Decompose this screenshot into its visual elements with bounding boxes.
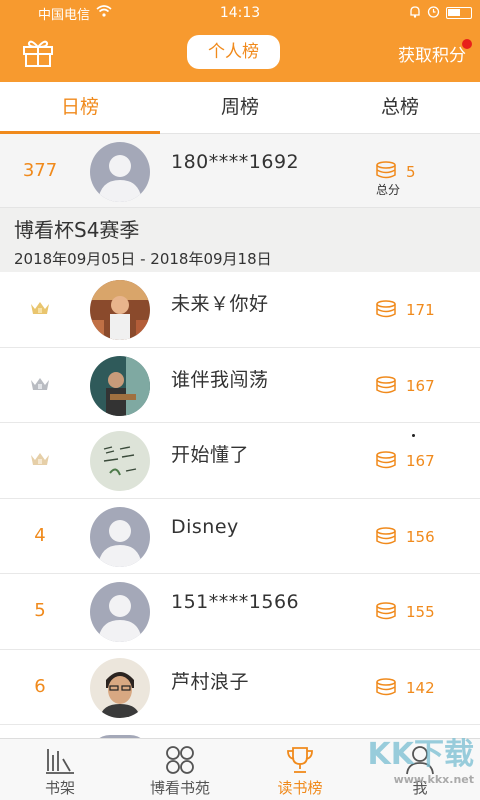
coin-icon [375,375,397,394]
personal-ranking-toggle[interactable]: 个人榜 [187,35,280,69]
watermark-url: www.kkx.net [393,773,474,786]
list-item[interactable]: 4 Disney 156 [0,498,480,574]
watermark: KK下载 www.kkx.net [368,729,475,786]
coin-icon [375,300,397,318]
nav-bokan-library-label: 博看书苑 [149,779,210,797]
list-item[interactable]: 5 151****1566 155 [0,574,480,650]
user-score: 167 [406,376,435,395]
season-title: 博看杯S4赛季 [14,218,140,242]
status-time: 14:13 [219,5,261,21]
avatar [90,355,150,416]
avatar [90,657,150,718]
coin-icon [375,451,397,469]
status-bar: 中国电信 14:13 [0,0,480,26]
watermark-text: KK下载 [367,737,475,772]
user-score: 156 [406,527,435,546]
user-name: Disney [171,515,239,538]
season-dates: 2018年09月05日 - 2018年09月18日 [14,250,272,268]
season-banner: 博看杯S4赛季 2018年09月05日 - 2018年09月18日 [0,208,480,272]
list-item[interactable]: 6 芦村浪子 142 [0,649,480,725]
list-item[interactable]: 谁伴我闯荡 167 [0,347,480,423]
notification-dot [462,39,472,49]
ranking-tabs: 日榜 周榜 总榜 [0,82,480,134]
avatar [90,431,150,491]
top-bar: 个人榜 获取积分 [0,26,480,82]
user-name: 151****1566 [171,591,300,613]
my-rank: 377 [22,160,58,181]
nav-bookshelf-label: 书架 [44,779,75,797]
nav-reading-ranking-label: 读书榜 [277,779,323,797]
rank-number: 6 [34,675,46,697]
user-score: 171 [406,301,435,319]
coin-icon [375,602,397,620]
tab-total[interactable]: 总榜 [320,82,480,133]
coin-icon [375,677,397,696]
silver-crown-icon [29,375,51,393]
ranking-list: 未来￥你好 171 谁伴我闯荡 167 开始懂了 167 4 Disney 15… [0,272,480,755]
user-score: 155 [406,603,435,621]
user-name: 芦村浪子 [171,670,250,693]
list-item[interactable]: 开始懂了 167 [0,423,480,499]
stray-dot [412,434,415,437]
my-avatar [90,142,150,202]
my-score: 5 [406,163,416,181]
rank-number: 5 [34,600,46,621]
coin-icon [375,526,397,545]
default-avatar [90,582,150,642]
user-name: 开始懂了 [171,444,250,466]
tab-weekly[interactable]: 周榜 [160,82,320,133]
rank-number: 4 [34,524,46,546]
gift-icon[interactable] [22,38,54,68]
tab-daily[interactable]: 日榜 [0,82,160,134]
my-ranking-row[interactable]: 377 180****1692 5 总分 [0,134,480,208]
my-name: 180****1692 [171,151,300,173]
list-item[interactable]: 未来￥你好 171 [0,272,480,348]
user-name: 谁伴我闯荡 [171,368,269,391]
default-avatar [90,506,150,567]
clover-icon [166,746,194,774]
user-name: 未来￥你好 [171,293,269,315]
trophy-icon [287,747,313,773]
nav-bokan-library[interactable]: 博看书苑 [120,739,240,800]
user-score: 167 [406,452,435,470]
avatar [90,280,150,340]
gold-crown-icon [29,299,51,317]
user-score: 142 [406,678,435,697]
earn-points-button[interactable]: 获取积分 [398,41,466,66]
nav-reading-ranking[interactable]: 读书榜 [240,739,360,800]
battery-icon [446,7,472,19]
bookshelf-icon [46,749,74,774]
total-score-label: 总分 [376,183,401,197]
coin-icon [375,161,397,179]
nav-bookshelf[interactable]: 书架 [0,739,120,800]
bronze-crown-icon [29,450,51,468]
